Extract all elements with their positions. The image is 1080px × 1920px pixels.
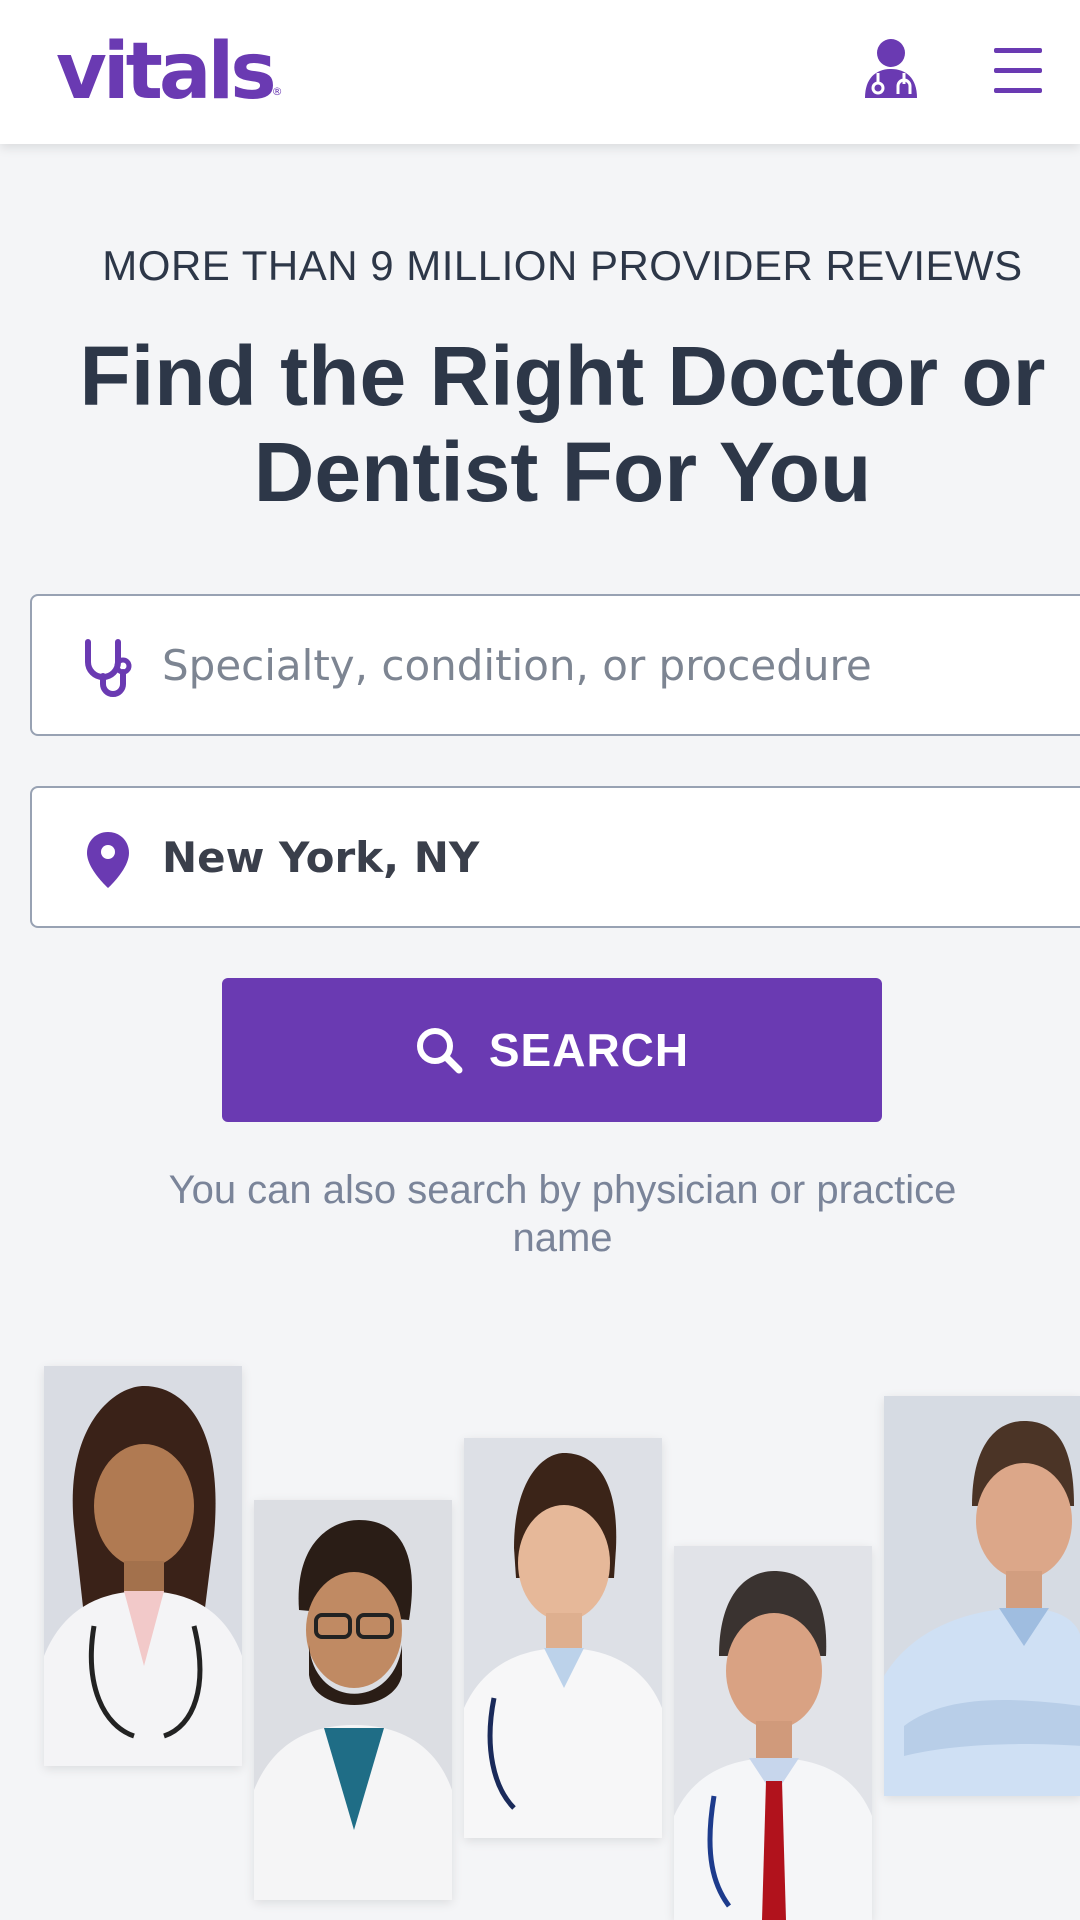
registered-mark: ® xyxy=(271,85,283,98)
doctor-photo-5 xyxy=(884,1396,1080,1796)
doctor-profile-icon[interactable] xyxy=(862,38,920,100)
page-headline: Find the Right Doctor or Dentist For You xyxy=(79,329,1046,519)
doctor-photo-3 xyxy=(464,1438,662,1838)
search-button[interactable]: SEARCH xyxy=(222,978,882,1122)
hamburger-menu-icon[interactable] xyxy=(994,48,1042,94)
vitals-logo[interactable]: vitals ® xyxy=(56,26,283,118)
search-icon xyxy=(416,1028,463,1074)
stethoscope-icon xyxy=(85,639,132,697)
doctor-photo-1 xyxy=(44,1366,242,1766)
search-button-label: SEARCH xyxy=(488,1024,690,1076)
location-search-field[interactable] xyxy=(30,786,1080,928)
logo-text: vitals xyxy=(56,27,277,117)
doctor-photo-4 xyxy=(674,1546,872,1920)
app-header: vitals ® xyxy=(0,0,1080,144)
specialty-input[interactable] xyxy=(162,596,1062,734)
location-input[interactable] xyxy=(162,788,1062,926)
doctor-photo-2 xyxy=(254,1500,452,1900)
location-pin-icon xyxy=(87,832,129,888)
alternate-search-hint: You can also search by physician or prac… xyxy=(168,1168,957,1260)
reviews-tagline: MORE THAN 9 MILLION PROVIDER REVIEWS xyxy=(102,242,1023,289)
specialty-search-field[interactable] xyxy=(30,594,1080,736)
